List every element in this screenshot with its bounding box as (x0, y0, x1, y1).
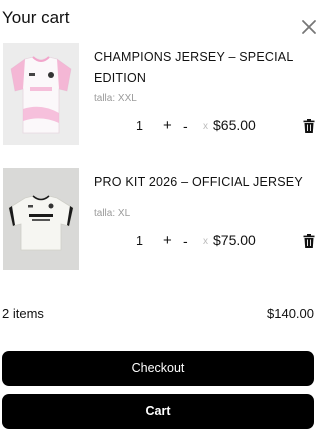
product-name[interactable]: PRO KIT 2026 – OFFICIAL JERSEY (94, 172, 316, 193)
close-icon[interactable] (301, 19, 317, 35)
quantity-value: 1 (136, 234, 143, 248)
item-count: 2 items (2, 306, 44, 321)
quantity-value: 1 (136, 119, 143, 133)
quantity-controls: 1 + - x $75.00 (136, 232, 316, 250)
cart-header: Your cart (2, 8, 317, 35)
cart-item: PRO KIT 2026 – OFFICIAL JERSEY talla: XL… (3, 168, 317, 270)
quantity-controls: 1 + - x $65.00 (136, 117, 316, 135)
item-price: $75.00 (213, 232, 256, 248)
cart-summary: 2 items $140.00 (2, 306, 314, 324)
cart-title: Your cart (2, 8, 70, 27)
product-variant: talla: XL (94, 208, 131, 219)
product-image-white-jersey[interactable] (3, 168, 79, 270)
increase-quantity-button[interactable]: + (163, 232, 172, 249)
item-price: $65.00 (213, 117, 256, 133)
increase-quantity-button[interactable]: + (163, 117, 172, 134)
product-variant: talla: XXL (94, 93, 137, 104)
product-image-pink-jersey[interactable] (3, 43, 79, 145)
cart-total: $140.00 (267, 306, 314, 321)
multiply-sign: x (203, 236, 208, 247)
view-cart-button[interactable]: Cart (2, 394, 314, 429)
multiply-sign: x (203, 121, 208, 132)
product-name[interactable]: CHAMPIONS JERSEY – SPECIAL EDITION (94, 47, 316, 89)
trash-icon[interactable] (303, 234, 315, 248)
decrease-quantity-button[interactable]: - (183, 233, 188, 249)
cart-item: CHAMPIONS JERSEY – SPECIAL EDITION talla… (3, 43, 317, 145)
decrease-quantity-button[interactable]: - (183, 118, 188, 134)
checkout-button[interactable]: Checkout (2, 351, 314, 386)
trash-icon[interactable] (303, 119, 315, 133)
